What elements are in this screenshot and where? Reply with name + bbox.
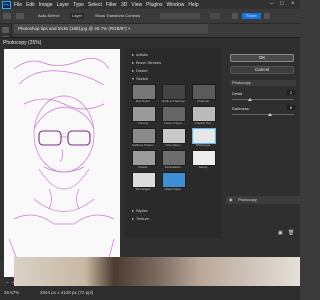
category-stylize[interactable]: Stylize [132, 208, 148, 213]
thumb-reticulation[interactable] [162, 150, 186, 166]
menu-plugins[interactable]: Plugins [146, 2, 162, 8]
menu-edit[interactable]: Edit [26, 2, 35, 8]
move-tool-icon[interactable] [2, 27, 9, 33]
thumb-conte-crayon[interactable] [162, 106, 186, 122]
darkness-slider-track[interactable] [232, 114, 294, 115]
detail-label: Detail [232, 91, 243, 96]
zoom-out-button[interactable]: − [6, 280, 9, 285]
thumb-plaster[interactable] [132, 150, 156, 166]
thumb-stamp[interactable] [192, 150, 216, 166]
ok-button[interactable]: OK [230, 54, 294, 62]
close-icon[interactable]: × [291, 1, 295, 7]
visibility-eye-icon[interactable]: ◉ [229, 196, 233, 204]
thumb-bas-relief[interactable] [132, 84, 156, 100]
thumb-charcoal[interactable] [192, 84, 216, 100]
thumb-label: Charcoal [196, 99, 209, 103]
thumb-chrome[interactable] [132, 106, 156, 122]
home-icon[interactable] [3, 13, 11, 19]
thumb-halftone-pattern[interactable] [132, 128, 156, 144]
thumb-label: Plaster [138, 165, 148, 169]
filter-preview[interactable] [4, 49, 120, 277]
category-distort[interactable]: Distort [132, 68, 148, 73]
menu-type[interactable]: Type [73, 2, 84, 8]
thumb-label: Note Paper [165, 143, 181, 147]
category-artistic[interactable]: Artistic [132, 52, 148, 57]
category-texture[interactable]: Texture [132, 216, 149, 221]
thumb-label: Torn Edges [135, 187, 151, 191]
menu-file[interactable]: File [14, 2, 22, 8]
thumb-label: Bas Relief [136, 99, 150, 103]
effect-layer-name: Photocopy [238, 197, 257, 202]
3d-mode-icon[interactable] [210, 13, 220, 19]
cancel-button[interactable]: Cancel [230, 66, 294, 74]
thumb-label: Halftone Pattern [132, 143, 154, 147]
filter-settings-panel: OK Cancel Photocopy Detail 2 Darkness 8 … [226, 48, 300, 238]
darkness-label: Darkness [232, 106, 249, 111]
thumb-graphic-pen[interactable] [192, 106, 216, 122]
auto-select-checkbox-label[interactable]: Auto-Select: [38, 13, 60, 19]
category-sketch[interactable]: Sketch [132, 76, 148, 81]
maximize-icon[interactable]: □ [280, 1, 284, 7]
thumb-label: Photocopy [195, 143, 211, 147]
workspace-icon[interactable] [264, 13, 270, 19]
thumb-label: Chrome [137, 121, 149, 125]
canvas-photo[interactable] [14, 257, 300, 286]
thumb-label: Stamp [198, 165, 208, 169]
darkness-value-field[interactable]: 8 [287, 105, 295, 110]
minimize-icon[interactable]: – [270, 1, 273, 7]
align-options-icon[interactable] [160, 13, 200, 19]
share-button[interactable]: Share [242, 13, 261, 19]
darkness-slider-thumb[interactable] [268, 113, 272, 116]
filter-type-dropdown[interactable]: Photocopy [230, 80, 296, 86]
menu-select[interactable]: Select [88, 2, 102, 8]
status-zoom[interactable]: 26.67% [4, 286, 19, 300]
new-effect-layer-icon[interactable]: ▣ [278, 230, 283, 236]
move-tool-icon[interactable] [16, 13, 24, 19]
menu-3d[interactable]: 3D [121, 2, 127, 8]
menu-window[interactable]: Window [167, 2, 185, 8]
thumb-label: Water Paper [164, 187, 182, 191]
category-brush-strokes[interactable]: Brush Strokes [132, 60, 161, 65]
document-tab[interactable]: Photoshop tips and tricks (189).jpg @ 26… [14, 24, 208, 33]
auto-select-dropdown[interactable]: Layer [70, 13, 85, 19]
detail-value-field[interactable]: 2 [287, 90, 295, 95]
detail-slider-thumb[interactable] [248, 98, 252, 101]
menu-help[interactable]: Help [188, 2, 198, 8]
thumb-label: Graphic Pen [194, 121, 212, 125]
thumb-torn-edges[interactable] [132, 172, 156, 188]
thumb-label: Chalk & Charcoal [161, 99, 185, 103]
thumb-label: Conté Crayon [163, 121, 183, 125]
menu-bar: Ps File Edit Image Layer Type Select Fil… [0, 0, 300, 9]
photoshop-logo-icon: Ps [2, 0, 11, 9]
show-transform-controls-checkbox[interactable]: Show Transform Controls [95, 13, 140, 19]
status-bar: 26.67% 2844 px x 4128 px (72 ppi) [0, 286, 300, 300]
options-bar: Auto-Select: Layer Show Transform Contro… [0, 9, 300, 24]
filter-gallery-list: Artistic Brush Strokes Distort Sketch Ba… [124, 48, 222, 238]
menu-view[interactable]: View [131, 2, 142, 8]
effect-layer-row[interactable]: ◉ Photocopy [226, 196, 300, 204]
search-icon[interactable] [232, 13, 238, 19]
thumb-chalk-charcoal[interactable] [162, 84, 186, 100]
delete-effect-layer-icon[interactable]: 🗑 [288, 230, 294, 236]
photocopy-preview-image [4, 49, 120, 277]
menu-filter[interactable]: Filter [106, 2, 117, 8]
thumb-water-paper[interactable] [162, 172, 186, 188]
thumb-label: Reticulation [165, 165, 181, 169]
detail-slider-track[interactable] [232, 99, 294, 100]
dialog-title: Photocopy (25%) [3, 40, 42, 46]
thumb-note-paper[interactable] [162, 128, 186, 144]
status-doc-info: 2844 px x 4128 px (72 ppi) [40, 290, 94, 295]
thumb-photocopy[interactable] [192, 128, 216, 144]
menu-image[interactable]: Image [39, 2, 53, 8]
menu-layer[interactable]: Layer [57, 2, 70, 8]
